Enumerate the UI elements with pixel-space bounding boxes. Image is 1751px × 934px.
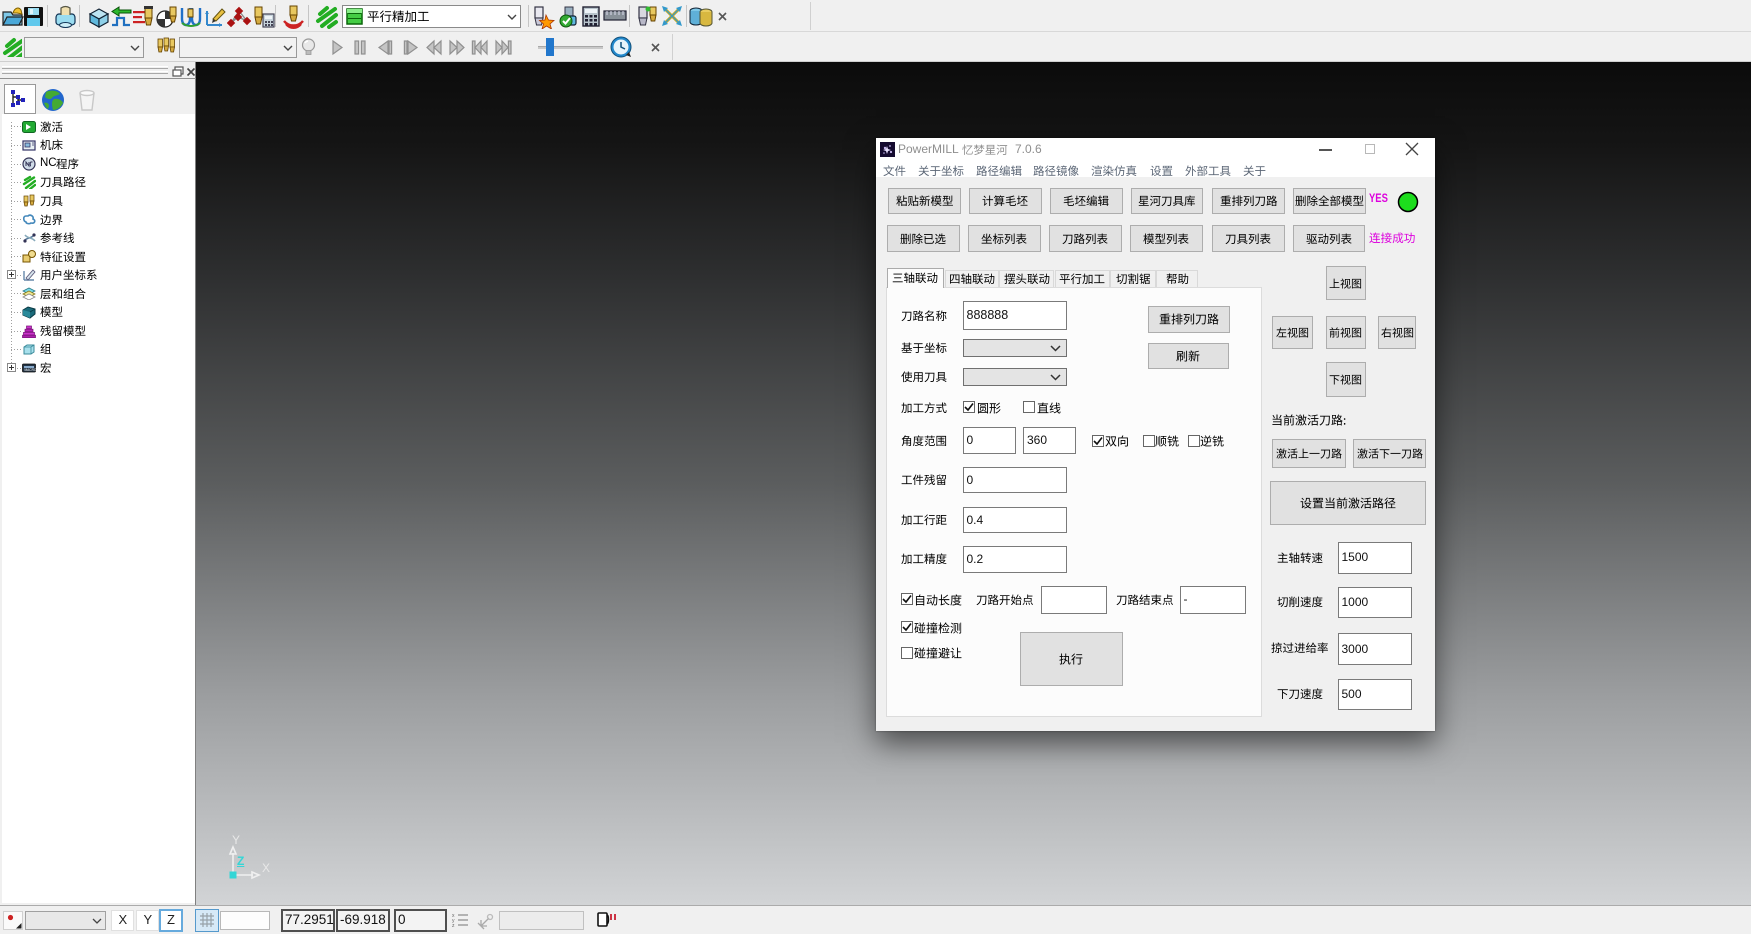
svg-text:z: z bbox=[452, 923, 455, 928]
svg-text:MACRO: MACRO bbox=[25, 368, 37, 372]
